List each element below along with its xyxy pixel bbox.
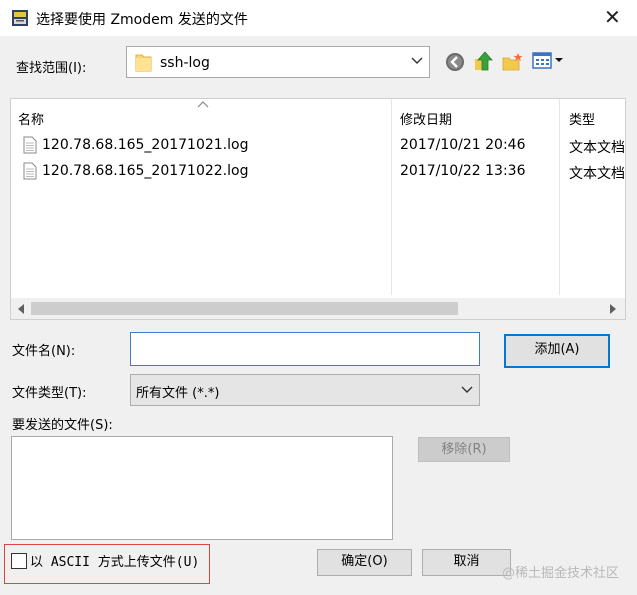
- watermark: @稀土掘金技术社区: [502, 566, 620, 581]
- back-arrow-icon[interactable]: [444, 51, 466, 73]
- file-type: 文本文档: [569, 166, 625, 182]
- filename-input[interactable]: [130, 332, 480, 366]
- remove-button: 移除(R): [418, 437, 510, 462]
- sort-ascending-icon: [197, 101, 209, 108]
- ascii-label[interactable]: 以 ASCII 方式上传文件(U): [30, 551, 199, 570]
- text-file-icon: [23, 136, 37, 154]
- column-header-type[interactable]: 类型: [569, 109, 595, 128]
- column-header-modified[interactable]: 修改日期: [400, 109, 452, 128]
- scrollbar-thumb[interactable]: [31, 302, 458, 315]
- send-file-list[interactable]: [11, 436, 393, 540]
- scroll-right-icon[interactable]: [609, 304, 617, 314]
- add-button[interactable]: 添加(A): [504, 334, 610, 368]
- file-type: 文本文档: [569, 140, 625, 156]
- filetype-label: 文件类型(T):: [12, 386, 87, 401]
- file-name[interactable]: 120.78.68.165_20171022.log: [42, 163, 248, 179]
- text-file-icon: [23, 162, 37, 180]
- chevron-down-icon[interactable]: [460, 384, 474, 396]
- scroll-left-icon[interactable]: [17, 304, 25, 314]
- cancel-button[interactable]: 取消: [422, 549, 511, 576]
- file-modified: 2017/10/22 13:36: [400, 163, 526, 179]
- column-divider: [559, 99, 560, 295]
- zmodem-app-icon: [12, 10, 28, 26]
- look-in-value: ssh-log: [160, 55, 210, 71]
- window-title: 选择要使用 Zmodem 发送的文件: [36, 12, 248, 28]
- column-header-name[interactable]: 名称: [18, 109, 44, 128]
- filename-label: 文件名(N):: [12, 344, 76, 359]
- new-folder-icon[interactable]: [502, 51, 524, 73]
- close-button[interactable]: ✕: [604, 6, 621, 28]
- column-divider: [391, 99, 392, 295]
- horizontal-scrollbar[interactable]: [11, 298, 625, 319]
- file-modified: 2017/10/21 20:46: [400, 137, 526, 153]
- file-name[interactable]: 120.78.68.165_20171021.log: [42, 137, 248, 153]
- ok-button[interactable]: 确定(O): [317, 549, 412, 576]
- chevron-down-icon[interactable]: [410, 55, 424, 67]
- ascii-checkbox[interactable]: [11, 553, 27, 569]
- folder-icon: [135, 54, 152, 72]
- view-menu-icon[interactable]: [532, 51, 566, 71]
- send-list-label: 要发送的文件(S):: [12, 418, 113, 433]
- file-list[interactable]: 名称 修改日期 类型 120.78.68.165_20171021.log 20…: [10, 98, 626, 320]
- up-folder-icon[interactable]: [473, 50, 495, 72]
- look-in-label: 查找范围(I):: [16, 61, 87, 76]
- filetype-value: 所有文件 (*.*): [136, 386, 220, 401]
